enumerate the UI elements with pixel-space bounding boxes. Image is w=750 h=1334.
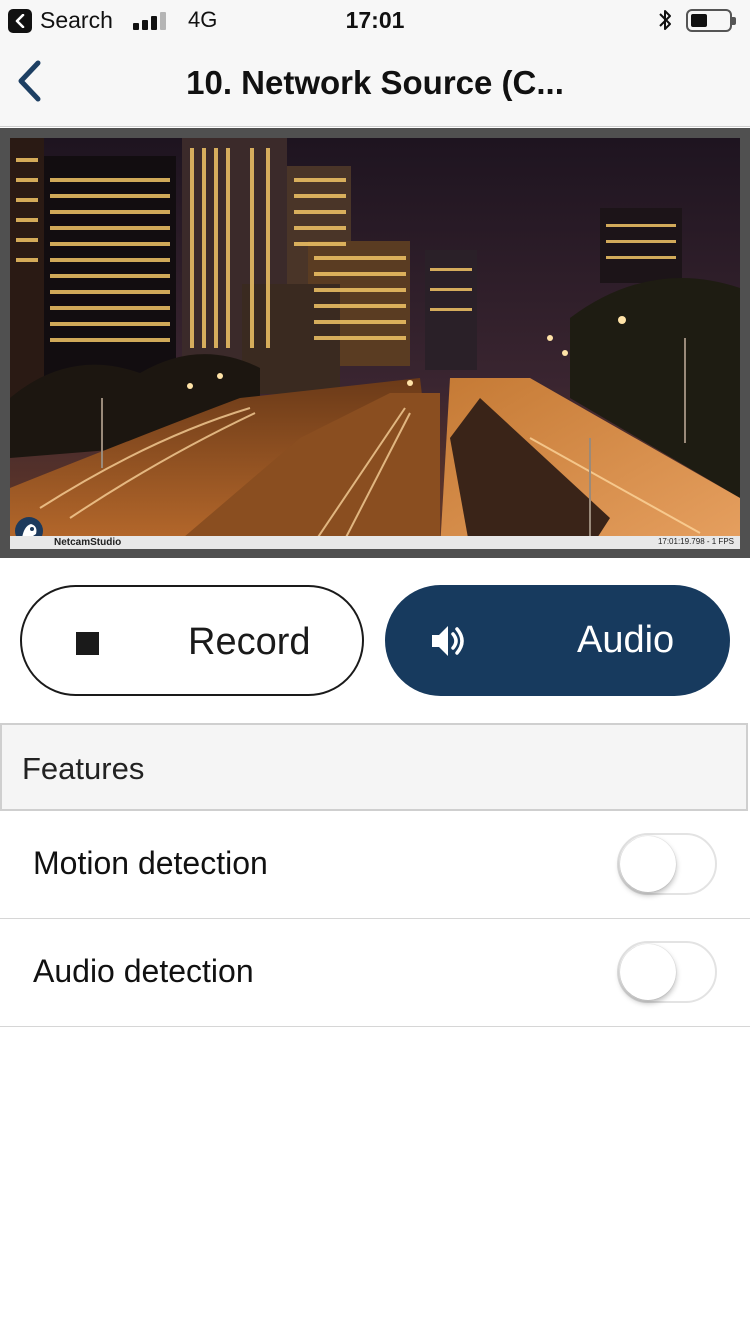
- audio-button-label: Audio: [577, 619, 675, 661]
- record-button-label: Record: [188, 621, 311, 663]
- stop-icon: [76, 632, 99, 655]
- battery-icon: [686, 9, 736, 32]
- motion-detection-label: Motion detection: [33, 845, 268, 881]
- record-button[interactable]: Record: [20, 585, 364, 696]
- bluetooth-icon: [657, 7, 673, 38]
- audio-detection-label: Audio detection: [33, 953, 254, 989]
- camera-video-feed[interactable]: NetcamStudio 17:01:19.798 - 1 FPS: [10, 138, 740, 549]
- speaker-icon: [432, 626, 464, 656]
- feature-row-audio-detection: Audio detection: [0, 919, 750, 1027]
- features-header-label: Features: [22, 751, 145, 786]
- video-info-strip: NetcamStudio 17:01:19.798 - 1 FPS: [10, 536, 740, 549]
- features-section-header: Features: [0, 723, 748, 811]
- app-screen: Search 4G 17:01 10. Network Source (C...: [0, 0, 750, 1334]
- city-night-image: [10, 138, 740, 549]
- chevron-left-icon: [18, 60, 41, 102]
- clock: 17:01: [345, 7, 405, 33]
- navigation-bar: 10. Network Source (C...: [0, 40, 750, 127]
- video-timestamp: 17:01:19.798 - 1 FPS: [657, 537, 734, 546]
- audio-detection-toggle[interactable]: [617, 941, 717, 1003]
- audio-button[interactable]: Audio: [385, 585, 730, 696]
- back-button[interactable]: [12, 57, 52, 107]
- feature-row-motion-detection: Motion detection: [0, 811, 750, 919]
- motion-detection-toggle[interactable]: [617, 833, 717, 895]
- status-bar: Search 4G 17:01: [0, 0, 750, 40]
- video-frame: NetcamStudio 17:01:19.798 - 1 FPS: [0, 128, 750, 558]
- video-brand-label: NetcamStudio: [54, 537, 122, 548]
- page-title: 10. Network Source (C...: [186, 64, 564, 101]
